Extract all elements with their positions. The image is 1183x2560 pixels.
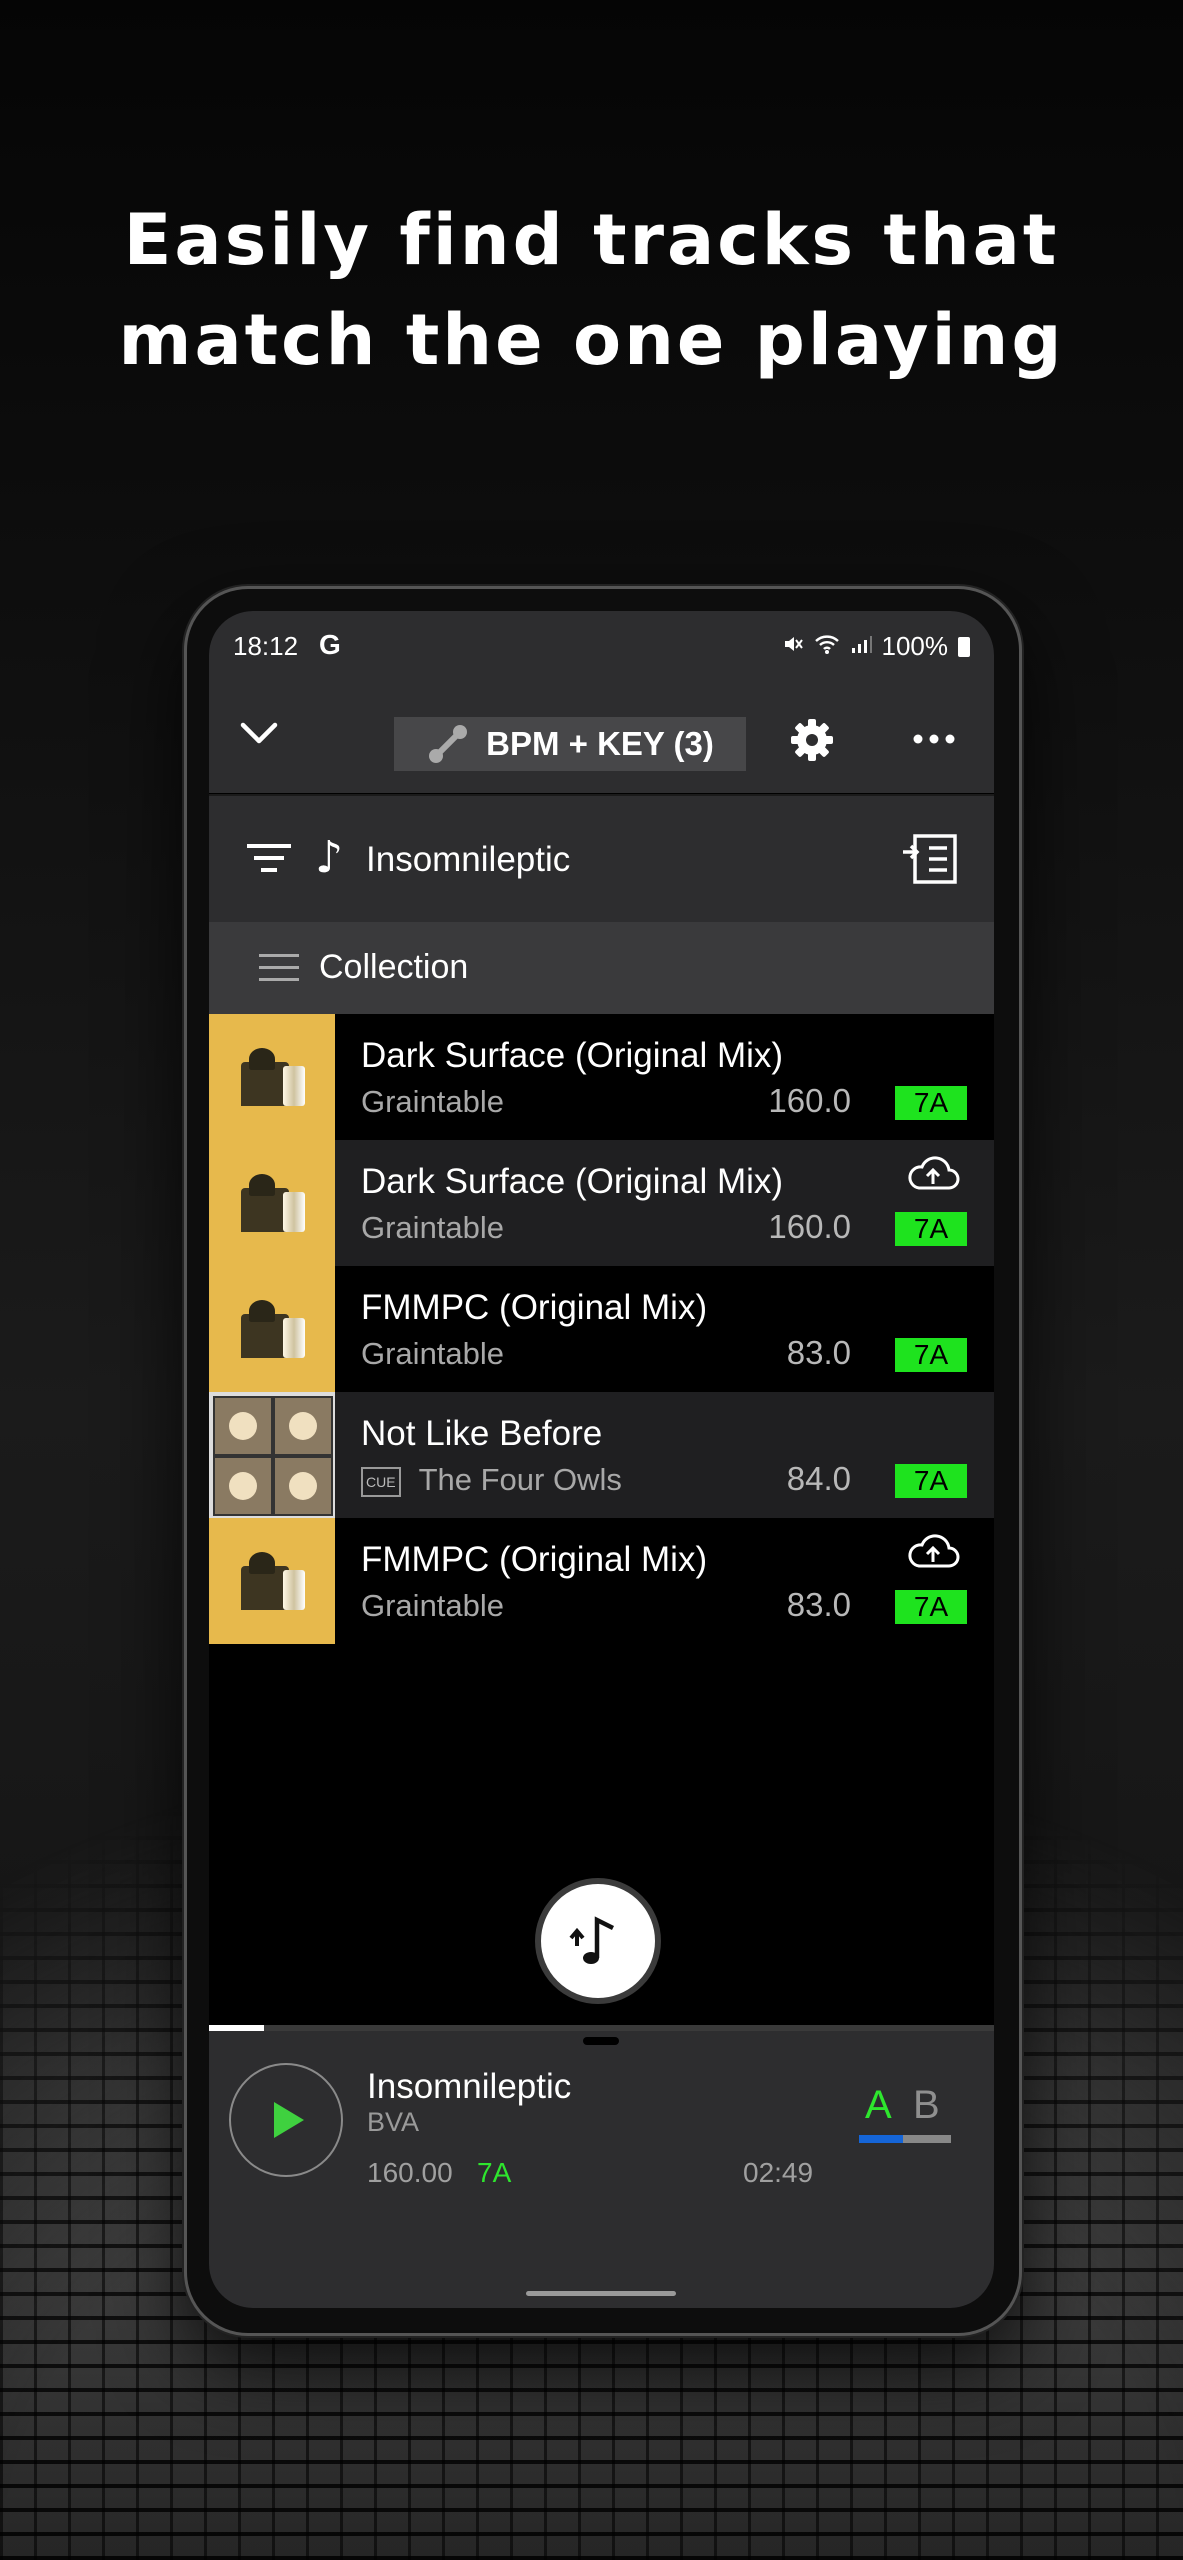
status-time: 18:12: [233, 631, 299, 661]
key-badge: 7A: [895, 1086, 967, 1120]
drag-handle[interactable]: [583, 2037, 619, 2045]
match-link-icon: [429, 725, 468, 763]
track-bpm: 160.0: [768, 1208, 851, 1245]
headline-line-2: match the one playing: [118, 299, 1065, 381]
headline-line-1: Easily find tracks that: [123, 199, 1060, 281]
album-art: [209, 1014, 335, 1140]
play-button[interactable]: [229, 2063, 343, 2177]
deck-a-button[interactable]: A: [865, 2083, 892, 2128]
match-mode-button[interactable]: BPM + KEY (3): [394, 717, 746, 771]
signal-icon: [850, 634, 872, 660]
track-row[interactable]: Dark Surface (Original Mix) Graintable 1…: [209, 1014, 994, 1140]
track-artist: Graintable: [361, 1336, 505, 1371]
battery-percent: 100%: [881, 631, 949, 661]
chevron-down-icon[interactable]: [237, 711, 281, 755]
track-title: Dark Surface (Original Mix): [361, 1036, 784, 1075]
track-bpm: 83.0: [786, 1334, 851, 1371]
album-art: [209, 1518, 335, 1644]
playlist-add-icon[interactable]: [901, 832, 961, 886]
deck-b-button[interactable]: B: [913, 2083, 940, 2128]
mute-icon: [782, 631, 804, 662]
track-bpm: 83.0: [786, 1586, 851, 1623]
filter-bar: ♪ Insomnileptic: [209, 794, 994, 924]
phone-frame: 18:12 G 100% BPM + KEY (3) ♪ Insomnilept…: [184, 586, 1022, 2336]
now-playing-title: Insomnileptic: [367, 2067, 572, 2106]
menu-icon: [259, 954, 299, 981]
deck-level-fill: [859, 2135, 904, 2143]
key-badge: 7A: [895, 1338, 967, 1372]
track-title: Not Like Before: [361, 1414, 603, 1453]
track-artist-row: CUE The Four Owls: [361, 1462, 622, 1498]
now-playing-time: 02:49: [743, 2157, 814, 2188]
gear-icon[interactable]: [787, 715, 837, 765]
send-to-deck-button[interactable]: [535, 1878, 661, 2004]
wifi-icon: [814, 631, 840, 662]
filter-icon[interactable]: [245, 838, 293, 878]
track-title: FMMPC (Original Mix): [361, 1540, 708, 1579]
status-bar: 18:12 G 100%: [209, 611, 994, 681]
key-badge: 7A: [895, 1590, 967, 1624]
track-artist: Graintable: [361, 1210, 505, 1245]
phone-screen: 18:12 G 100% BPM + KEY (3) ♪ Insomnilept…: [209, 611, 994, 2308]
status-icons: 100%: [782, 631, 970, 662]
album-art: [209, 1140, 335, 1266]
track-bpm: 84.0: [786, 1460, 851, 1497]
collection-label: Collection: [319, 948, 469, 986]
track-artist: The Four Owls: [418, 1462, 622, 1497]
track-list: Dark Surface (Original Mix) Graintable 1…: [209, 1014, 994, 1644]
key-badge: 7A: [895, 1464, 967, 1498]
track-row[interactable]: Dark Surface (Original Mix) Graintable 1…: [209, 1140, 994, 1266]
upload-note-icon: [569, 1916, 615, 1964]
now-playing-panel: Insomnileptic BVA 160.00 7A 02:49 A B: [209, 2031, 994, 2308]
track-row[interactable]: FMMPC (Original Mix) Graintable 83.0 7A: [209, 1518, 994, 1644]
album-art: [209, 1266, 335, 1392]
headline: Easily find tracks that match the one pl…: [0, 190, 1183, 390]
track-row[interactable]: Not Like Before CUE The Four Owls 84.0 7A: [209, 1392, 994, 1518]
now-playing-artist: BVA: [367, 2107, 420, 2137]
reference-track-title: Insomnileptic: [366, 840, 571, 879]
play-icon: [274, 2102, 304, 2138]
cue-badge: CUE: [361, 1466, 401, 1497]
key-badge: 7A: [895, 1212, 967, 1246]
album-art: [209, 1392, 335, 1518]
match-mode-label: BPM + KEY (3): [486, 725, 714, 762]
deck-level-bar: [859, 2135, 951, 2143]
more-icon[interactable]: [909, 727, 959, 751]
music-note-icon: ♪: [315, 832, 344, 883]
cloud-upload-icon[interactable]: [905, 1532, 961, 1572]
battery-icon: [958, 636, 970, 657]
carrier-logo: G: [319, 629, 341, 660]
track-title: FMMPC (Original Mix): [361, 1288, 708, 1327]
track-title: Dark Surface (Original Mix): [361, 1162, 784, 1201]
cloud-upload-icon[interactable]: [905, 1154, 961, 1194]
track-row[interactable]: FMMPC (Original Mix) Graintable 83.0 7A: [209, 1266, 994, 1392]
home-indicator[interactable]: [526, 2291, 676, 2296]
now-playing-bpm: 160.00: [367, 2157, 453, 2188]
track-artist: Graintable: [361, 1588, 505, 1623]
now-playing-key: 7A: [477, 2157, 512, 2188]
track-artist: Graintable: [361, 1084, 505, 1119]
collection-header[interactable]: Collection: [209, 922, 994, 1014]
track-bpm: 160.0: [768, 1082, 851, 1119]
app-bar: BPM + KEY (3): [209, 681, 994, 793]
